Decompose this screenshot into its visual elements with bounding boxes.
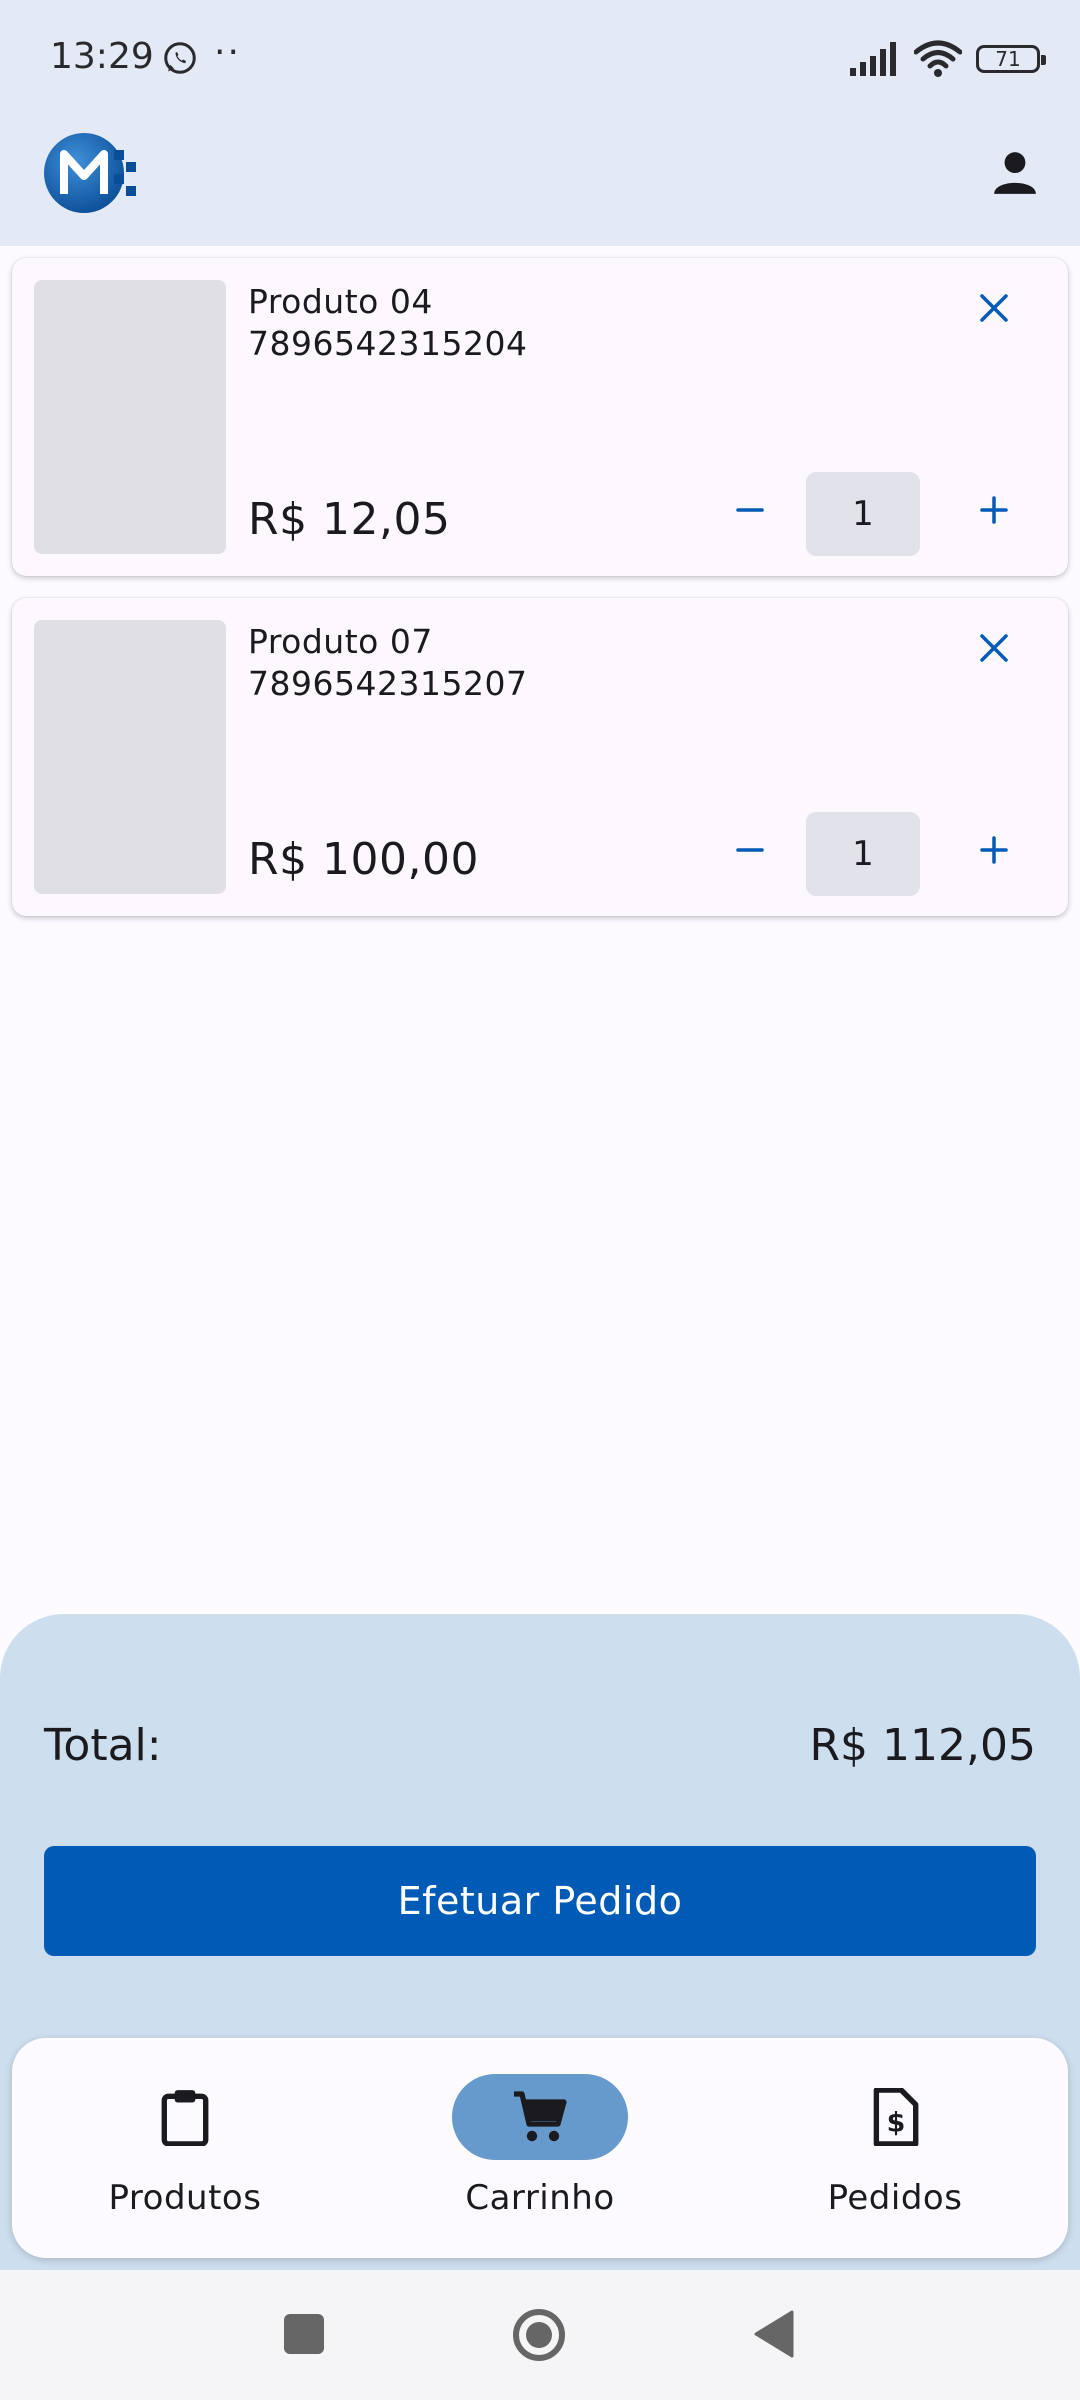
app-bar [0,120,1080,246]
total-value: R$ 112,05 [809,1720,1036,1771]
increase-quantity-button[interactable] [964,480,1024,540]
product-code: 7896542315204 [248,324,528,363]
clipboard-icon [161,2090,209,2146]
remove-item-button[interactable] [964,618,1024,678]
whatsapp-icon [164,42,196,74]
total-label: Total: [44,1720,162,1771]
nav-indicator [97,2074,273,2160]
cart-icon [514,2091,567,2142]
cart-item: Produto 04 7896542315204 R$ 12,05 [12,258,1068,576]
product-image-placeholder [34,280,226,554]
battery-icon: 71 [976,45,1046,73]
product-code: 7896542315207 [248,664,528,703]
quantity-field[interactable] [806,812,920,896]
cart-item: Produto 07 7896542315207 R$ 100,00 [12,598,1068,916]
minus-icon [736,508,764,512]
quantity-field[interactable] [806,472,920,556]
person-icon [994,152,1036,194]
nav-indicator: $ [807,2074,983,2160]
close-icon [980,294,1008,322]
cart-list: Produto 04 7896542315204 R$ 12,05 Produt… [0,258,1080,938]
decrease-quantity-button[interactable] [720,480,780,540]
nav-label-pedidos: Pedidos [827,2178,963,2218]
minus-icon [736,848,764,852]
battery-level: 71 [995,47,1021,71]
invoice-icon: $ [873,2088,919,2146]
plus-icon [980,836,1008,864]
m-logo-icon [44,133,136,213]
status-time: 13:29 [50,36,154,77]
system-navigation-bar [0,2270,1080,2400]
product-name: Produto 07 [248,622,433,661]
place-order-button[interactable]: Efetuar Pedido [44,1846,1036,1956]
nav-item-pedidos[interactable]: $ Pedidos [745,2074,1045,2234]
home-button[interactable] [512,2308,566,2362]
product-name: Produto 04 [248,282,433,321]
account-button[interactable] [980,138,1050,208]
nav-label-produtos: Produtos [108,2178,262,2218]
plus-icon [980,496,1008,524]
product-price: R$ 100,00 [248,834,480,885]
svg-text:$: $ [887,2108,906,2139]
increase-quantity-button[interactable] [964,820,1024,880]
close-icon [980,634,1008,662]
decrease-quantity-button[interactable] [720,820,780,880]
nav-indicator-active [452,2074,628,2160]
signal-icon [850,42,896,76]
status-notification-dots: ·· [214,32,241,73]
status-right-icons: 71 [850,40,1046,78]
nav-item-carrinho[interactable]: Carrinho [390,2074,690,2234]
back-button[interactable] [752,2310,794,2358]
wifi-icon [914,40,962,77]
nav-item-produtos[interactable]: Produtos [35,2074,335,2234]
product-price: R$ 12,05 [248,494,451,545]
product-image-placeholder [34,620,226,894]
remove-item-button[interactable] [964,278,1024,338]
nav-label-carrinho: Carrinho [465,2178,615,2218]
recents-button[interactable] [284,2314,324,2354]
bottom-navigation: Produtos Carrinho $ Pedidos [12,2038,1068,2258]
status-bar: 13:29 ·· 71 [0,0,1080,120]
